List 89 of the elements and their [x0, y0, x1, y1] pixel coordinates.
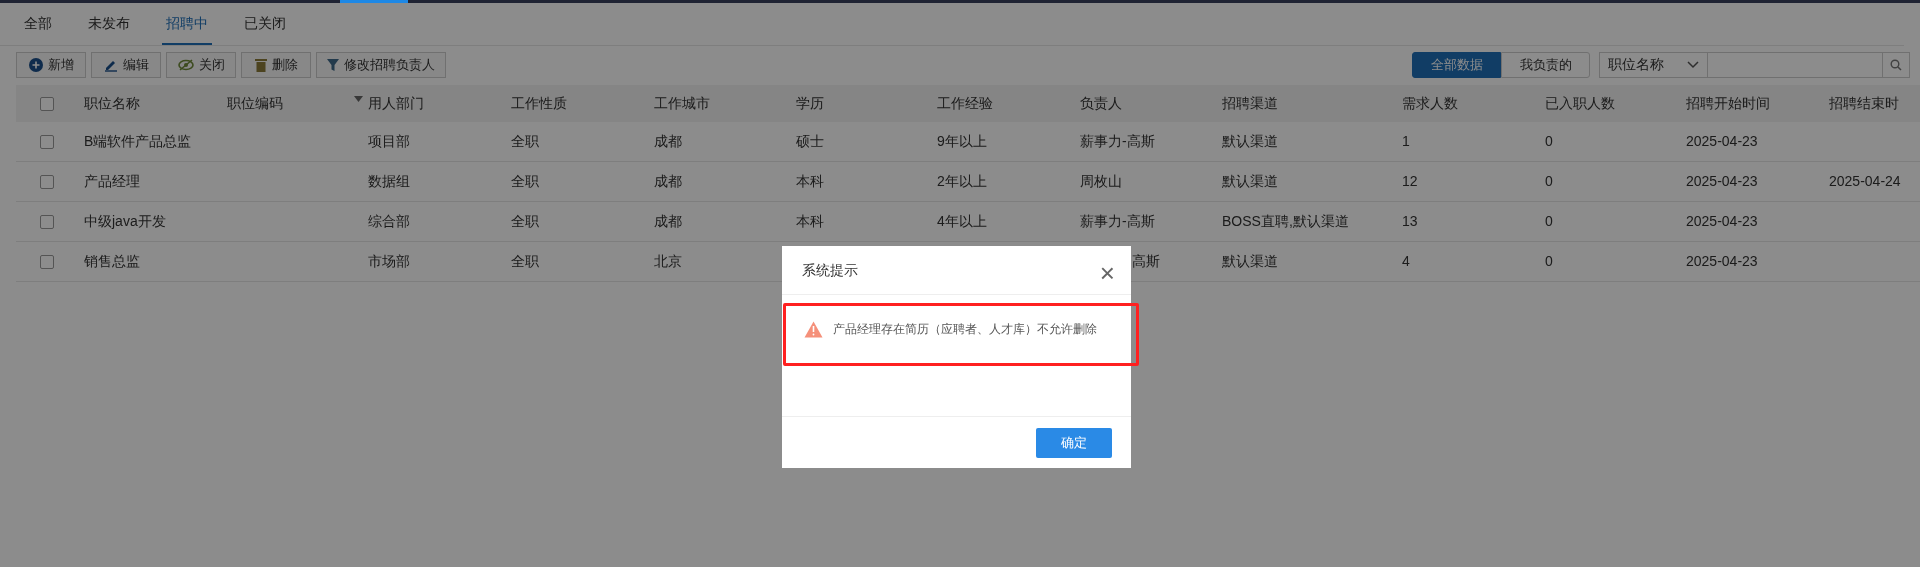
search-button[interactable] — [1883, 51, 1910, 78]
eye-slash-icon — [177, 58, 194, 71]
checkbox[interactable] — [40, 174, 54, 189]
table-cell: 默认渠道 — [1222, 133, 1278, 149]
trash-icon — [254, 57, 267, 72]
checkbox[interactable] — [40, 214, 54, 229]
table-cell: 成都 — [654, 173, 682, 189]
column-header[interactable]: 招聘渠道 — [1222, 93, 1278, 114]
table-cell: 综合部 — [368, 213, 410, 229]
checkbox[interactable] — [40, 134, 54, 149]
table-cell: 0 — [1545, 173, 1553, 189]
column-header[interactable]: 学历 — [796, 93, 824, 114]
tab[interactable]: 招聘中 — [162, 3, 212, 45]
scope-toggle[interactable]: 我负责的 — [1501, 51, 1590, 78]
tab[interactable]: 未发布 — [84, 3, 134, 45]
table-cell: 2025-04-24 — [1829, 173, 1901, 189]
table-cell: B端软件产品总监 — [84, 133, 192, 149]
table-cell: 销售总监 — [84, 253, 140, 269]
toolbar-button[interactable]: 编辑 — [91, 51, 161, 78]
chevron-down-icon — [1687, 60, 1699, 69]
filter-icon — [327, 57, 339, 72]
table-cell: 9年以上 — [937, 133, 987, 149]
column-header[interactable]: 招聘开始时间 — [1686, 93, 1770, 114]
column-header[interactable]: 工作经验 — [937, 93, 993, 114]
active-indicator — [340, 0, 408, 3]
search-field[interactable] — [1708, 51, 1883, 78]
table-cell: 中级java开发 — [84, 213, 166, 229]
table-cell: 薪事力-高斯 — [1080, 213, 1155, 229]
table-cell: 数据组 — [368, 173, 410, 189]
table-cell: 0 — [1545, 253, 1553, 269]
table-cell: BOSS直聘,默认渠道 — [1222, 213, 1349, 229]
table-cell: 周枚山 — [1080, 173, 1122, 189]
sort-descending-icon — [354, 96, 363, 102]
table-cell: 1 — [1402, 133, 1410, 149]
column-header[interactable]: 职位编码 — [227, 93, 283, 114]
table-cell: 项目部 — [368, 133, 410, 149]
scope-toggle[interactable]: 全部数据 — [1412, 51, 1501, 78]
table-cell: 全职 — [511, 253, 539, 269]
table-cell: 本科 — [796, 173, 824, 189]
table-cell: 2025-04-23 — [1686, 213, 1758, 229]
checkbox[interactable] — [40, 254, 54, 269]
table-cell: 成都 — [654, 133, 682, 149]
field-select[interactable]: 职位名称 — [1599, 51, 1708, 78]
warning-icon — [804, 320, 823, 338]
toolbar-button[interactable]: 修改招聘负责人 — [316, 51, 446, 78]
plus-circle-icon — [28, 57, 43, 72]
column-header[interactable]: 招聘结束时 — [1829, 93, 1899, 114]
table-cell: 硕士 — [796, 133, 824, 149]
table-cell: 2年以上 — [937, 173, 987, 189]
toolbar-button[interactable]: 关闭 — [166, 51, 236, 78]
search-icon — [1890, 58, 1902, 71]
column-header[interactable]: 工作城市 — [654, 93, 710, 114]
table-cell: 4 — [1402, 253, 1410, 269]
table-cell: 13 — [1402, 213, 1418, 229]
dialog-message: 产品经理存在简历（应聘者、人才库）不允许删除 — [833, 321, 1097, 338]
toolbar-button[interactable]: 新增 — [16, 51, 86, 78]
table-cell: 北京 — [654, 253, 682, 269]
close-button[interactable]: × — [1099, 260, 1115, 286]
column-header[interactable]: 负责人 — [1080, 93, 1122, 114]
table-cell: 0 — [1545, 213, 1553, 229]
column-header[interactable]: 已入职人数 — [1545, 93, 1615, 114]
table-cell: 默认渠道 — [1222, 253, 1278, 269]
table-cell: 高斯 — [1132, 253, 1160, 269]
column-header[interactable]: 职位名称 — [84, 93, 140, 114]
table-cell: 4年以上 — [937, 213, 987, 229]
table-cell: 12 — [1402, 173, 1418, 189]
table-cell: 2025-04-23 — [1686, 133, 1758, 149]
toolbar-button[interactable]: 删除 — [241, 51, 311, 78]
table-cell: 全职 — [511, 213, 539, 229]
select-value: 职位名称 — [1608, 55, 1664, 74]
table-cell: 2025-04-23 — [1686, 173, 1758, 189]
tab[interactable]: 已关闭 — [240, 3, 290, 45]
column-header[interactable]: 需求人数 — [1402, 93, 1458, 114]
table-cell: 默认渠道 — [1222, 173, 1278, 189]
table-cell: 全职 — [511, 173, 539, 189]
table-cell: 本科 — [796, 213, 824, 229]
table-cell: 薪事力-高斯 — [1080, 133, 1155, 149]
table-cell: 产品经理 — [84, 173, 140, 189]
table-cell: 成都 — [654, 213, 682, 229]
column-header[interactable]: 用人部门 — [354, 93, 424, 114]
column-header[interactable]: 工作性质 — [511, 93, 567, 114]
confirm-button[interactable]: 确定 — [1036, 427, 1112, 458]
dialog-title: 系统提示 — [802, 260, 858, 280]
table-cell: 全职 — [511, 133, 539, 149]
table-cell: 市场部 — [368, 253, 410, 269]
table-cell: 2025-04-23 — [1686, 253, 1758, 269]
tab[interactable]: 全部 — [20, 3, 56, 45]
checkbox[interactable] — [40, 96, 54, 111]
table-cell: 0 — [1545, 133, 1553, 149]
